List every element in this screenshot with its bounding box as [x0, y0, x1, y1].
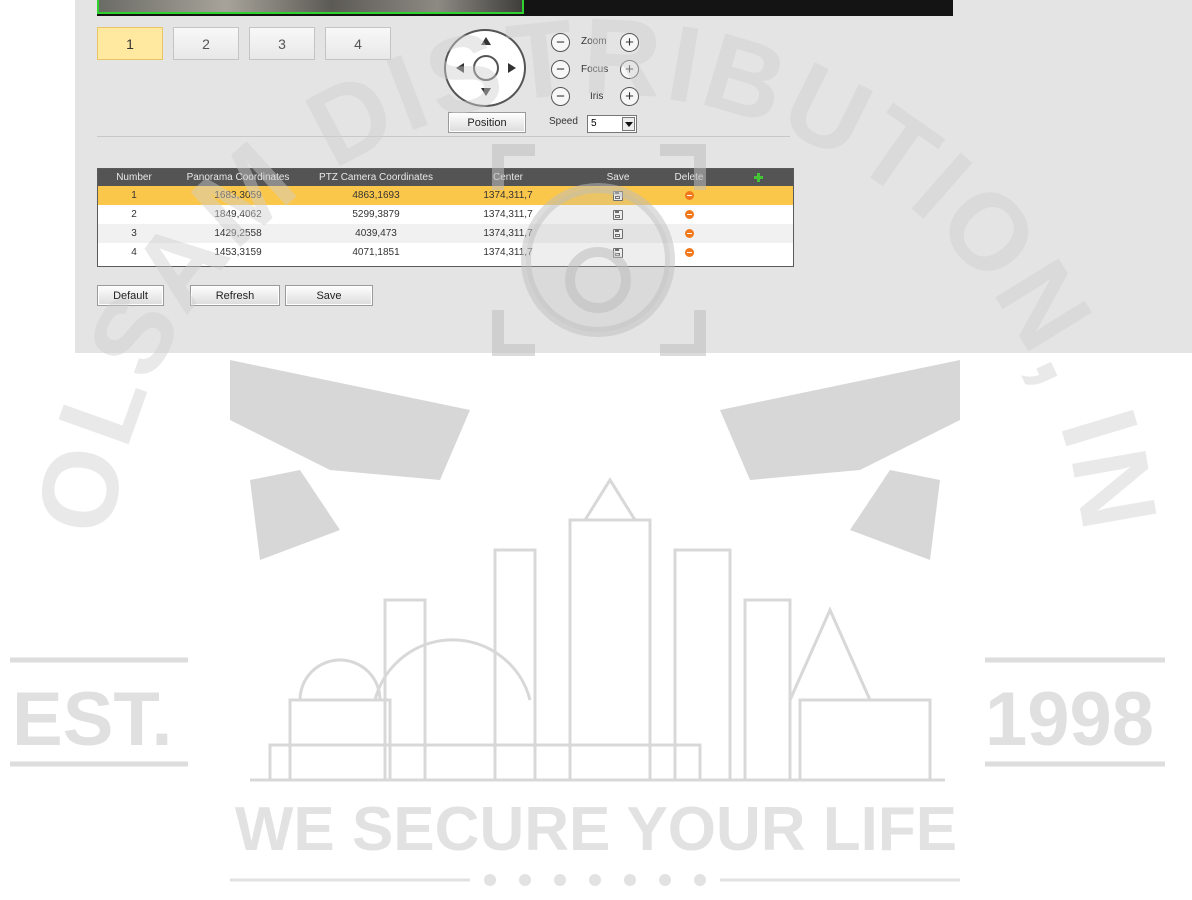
delete-row-button[interactable]	[679, 205, 699, 224]
pan-up-icon[interactable]	[481, 37, 491, 45]
selected-video-window[interactable]	[97, 0, 524, 14]
cell-ptz: 4071,1851	[352, 247, 400, 258]
pan-right-icon[interactable]	[508, 63, 516, 73]
header-save: Save	[606, 172, 630, 183]
save-icon[interactable]	[613, 228, 623, 239]
cell-panorama: 1429,2558	[214, 228, 262, 239]
ptz-center-button[interactable]	[473, 55, 499, 81]
delete-icon[interactable]	[684, 248, 694, 257]
pan-left-icon[interactable]	[456, 63, 464, 73]
speed-label: Speed	[549, 116, 578, 127]
tab-3[interactable]: 3	[249, 27, 315, 60]
header-delete: Delete	[674, 172, 704, 183]
zoom-out-button[interactable]: −	[551, 33, 570, 52]
focus-label: Focus	[581, 64, 609, 75]
cell-panorama: 1683,3059	[214, 190, 262, 201]
speed-value: 5	[591, 118, 597, 129]
default-button[interactable]: Default	[97, 285, 164, 306]
zoom-label: Zoom	[581, 36, 607, 47]
iris-open-button[interactable]: +	[620, 87, 639, 106]
cell-panorama: 1453,3159	[214, 247, 262, 258]
tab-2[interactable]: 2	[173, 27, 239, 60]
cell-center: 1374,311,7	[483, 190, 533, 201]
focus-near-button[interactable]: −	[551, 60, 570, 79]
delete-icon[interactable]	[684, 191, 694, 200]
preset-table: Number Panorama Coordinates PTZ Camera C…	[97, 168, 794, 267]
cell-number: 2	[131, 209, 137, 220]
delete-icon[interactable]	[684, 229, 694, 238]
save-row-button[interactable]	[608, 205, 628, 224]
table-row[interactable]: 2 1849,4062 5299,3879 1374,311,7	[98, 205, 793, 224]
cell-ptz: 5299,3879	[352, 209, 400, 220]
tab-1[interactable]: 1	[97, 27, 163, 60]
watermark-est: EST.	[12, 677, 173, 762]
cell-number: 1	[131, 190, 137, 201]
save-row-button[interactable]	[608, 243, 628, 262]
add-icon[interactable]	[753, 173, 763, 182]
header-center: Center	[492, 172, 523, 183]
tab-4[interactable]: 4	[325, 27, 391, 60]
cell-number: 3	[131, 228, 137, 239]
position-button[interactable]: Position	[448, 112, 526, 133]
delete-row-button[interactable]	[679, 186, 699, 205]
delete-row-button[interactable]	[679, 243, 699, 262]
save-icon[interactable]	[613, 247, 623, 258]
table-row[interactable]: 1 1683,3059 4863,1693 1374,311,7	[98, 186, 793, 205]
save-icon[interactable]	[613, 190, 623, 201]
cell-ptz: 4039,473	[355, 228, 397, 239]
speed-select[interactable]: 5	[587, 115, 637, 133]
dropdown-arrow-icon[interactable]	[622, 117, 635, 131]
cell-ptz: 4863,1693	[352, 190, 400, 201]
video-preview[interactable]	[97, 0, 953, 16]
watermark-slogan: WE SECURE YOUR LIFE	[235, 795, 957, 864]
save-row-button[interactable]	[608, 186, 628, 205]
cell-panorama: 1849,4062	[214, 209, 262, 220]
header-panorama-coordinates: Panorama Coordinates	[186, 172, 290, 183]
save-icon[interactable]	[613, 209, 623, 220]
cell-number: 4	[131, 247, 137, 258]
cell-center: 1374,311,7	[483, 209, 533, 220]
header-number: Number	[116, 172, 152, 183]
save-button[interactable]: Save	[285, 285, 373, 306]
iris-label: Iris	[590, 91, 604, 102]
cell-center: 1374,311,7	[483, 247, 533, 258]
table-header: Number Panorama Coordinates PTZ Camera C…	[98, 169, 793, 186]
cell-center: 1374,311,7	[483, 228, 533, 239]
save-row-button[interactable]	[608, 224, 628, 243]
header-ptz-coordinates: PTZ Camera Coordinates	[319, 172, 433, 183]
divider	[97, 136, 790, 137]
zoom-in-button[interactable]: +	[620, 33, 639, 52]
iris-close-button[interactable]: −	[551, 87, 570, 106]
watermark-year: 1998	[985, 677, 1154, 762]
refresh-button[interactable]: Refresh	[190, 285, 280, 306]
table-row[interactable]: 4 1453,3159 4071,1851 1374,311,7	[98, 243, 793, 262]
focus-far-button[interactable]: +	[620, 60, 639, 79]
delete-icon[interactable]	[684, 210, 694, 219]
pan-down-icon[interactable]	[481, 88, 491, 96]
add-row-button[interactable]	[748, 169, 768, 186]
table-row[interactable]: 3 1429,2558 4039,473 1374,311,7	[98, 224, 793, 243]
delete-row-button[interactable]	[679, 224, 699, 243]
